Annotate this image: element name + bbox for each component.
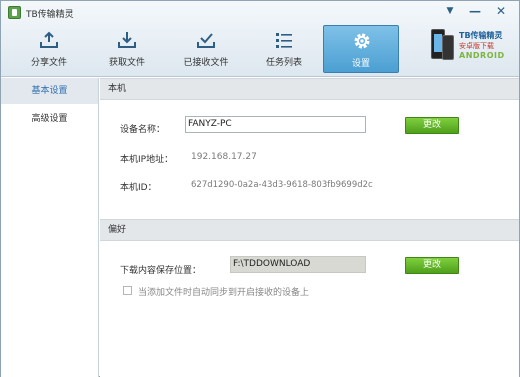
download-location-field[interactable]: F:\TDDOWNLOAD — [230, 256, 366, 273]
list-icon — [276, 33, 292, 48]
tab-label: 分享文件 — [30, 58, 67, 68]
gear-icon — [354, 33, 370, 49]
download-tray-icon — [118, 32, 136, 48]
device-name-label: 设备名称： — [120, 125, 166, 135]
section-heading-local: 本机 — [100, 78, 519, 100]
auto-sync-checkbox[interactable] — [123, 286, 132, 295]
promo-title: TB传输精灵 — [459, 31, 503, 40]
app-title: TB传输精灵 — [26, 10, 74, 20]
received-check-icon — [197, 33, 215, 48]
sidebar: 基本设置 高级设置 — [1, 78, 99, 377]
tab-label: 设置 — [351, 59, 370, 69]
phone-icon — [442, 35, 454, 60]
minimize-icon[interactable]: — — [467, 4, 483, 19]
header: TB传输精灵 ▼ — ✕ 分享文件 获取文件 已接收文件 任务列表 设置 TB传… — [1, 1, 519, 77]
upload-tray-icon — [40, 31, 58, 48]
tab-label: 获取文件 — [108, 58, 145, 68]
app-window: TB传输精灵 ▼ — ✕ 分享文件 获取文件 已接收文件 任务列表 设置 TB传… — [0, 0, 520, 377]
section-heading-preferences: 偏好 — [100, 219, 519, 241]
app-logo-icon — [8, 6, 21, 19]
android-logo-text: ANDROID — [459, 51, 505, 60]
settings-panel: 本机 设备名称： FANYZ-PC 更改 本机IP地址： 192.168.17.… — [100, 78, 519, 377]
sidebar-item-basic-settings[interactable]: 基本设置 — [1, 78, 98, 104]
close-icon[interactable]: ✕ — [493, 4, 509, 19]
dropdown-menu-icon[interactable]: ▼ — [442, 4, 458, 19]
id-label: 本机ID： — [120, 183, 157, 193]
tab-received-files[interactable]: 已接收文件 — [172, 25, 240, 73]
tab-label: 任务列表 — [265, 58, 302, 68]
ip-value: 192.168.17.27 — [191, 152, 257, 162]
tab-share-files[interactable]: 分享文件 — [15, 25, 83, 73]
tab-task-list[interactable]: 任务列表 — [250, 25, 318, 73]
sidebar-item-advanced-settings[interactable]: 高级设置 — [1, 106, 98, 132]
tab-label: 已接收文件 — [183, 58, 229, 68]
title-bar: TB传输精灵 ▼ — ✕ — [1, 1, 519, 23]
id-value: 627d1290-0a2a-43d3-9618-803fb9699d2c — [191, 180, 373, 190]
download-location-label: 下载内容保存位置： — [120, 266, 202, 276]
tab-settings[interactable]: 设置 — [323, 25, 399, 73]
android-download-banner[interactable]: TB传输精灵 安卓版下载 ANDROID — [429, 27, 511, 71]
ip-label: 本机IP地址： — [120, 155, 174, 165]
promo-subtitle: 安卓版下载 — [459, 42, 494, 50]
tab-get-files[interactable]: 获取文件 — [93, 25, 161, 73]
device-name-field[interactable]: FANYZ-PC — [185, 116, 366, 133]
change-download-location-button[interactable]: 更改 — [405, 257, 459, 274]
auto-sync-label: 当添加文件时自动同步到开启接收的设备上 — [138, 288, 310, 298]
change-device-name-button[interactable]: 更改 — [405, 117, 459, 134]
